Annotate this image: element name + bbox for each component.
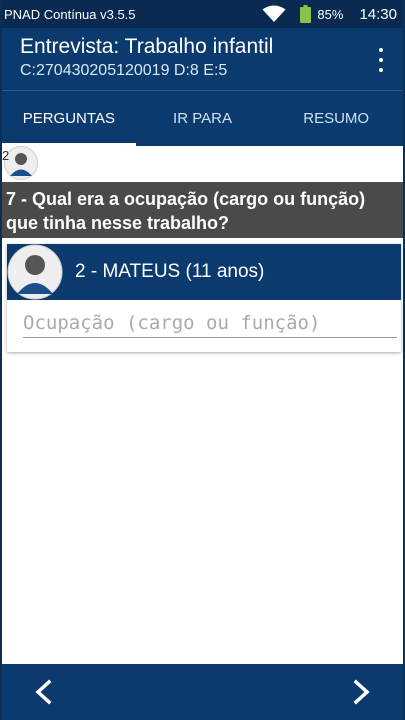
status-bar: PNAD Contínua v3.5.5 85% 14:30 [2, 0, 403, 28]
tab-ir-para[interactable]: IR PARA [136, 91, 270, 146]
tab-resumo[interactable]: RESUMO [269, 91, 403, 146]
person-label: 2 - MATEUS (11 anos) [75, 261, 265, 282]
person-strip: 2 [2, 146, 403, 180]
question-text: 7 - Qual era a ocupação (cargo ou função… [2, 182, 403, 238]
wifi-icon [262, 5, 286, 22]
tab-bar: PERGUNTAS IR PARA RESUMO [2, 90, 403, 146]
person-number: 2 [2, 148, 10, 163]
occupation-input[interactable] [23, 308, 397, 338]
chevron-left-icon[interactable] [30, 678, 58, 706]
bottom-nav [2, 664, 403, 720]
app-bar: Entrevista: Trabalho infantil C:27043020… [2, 28, 403, 90]
tab-perguntas[interactable]: PERGUNTAS [2, 91, 136, 146]
more-vert-icon[interactable] [377, 48, 385, 72]
page-subtitle: C:270430205120019 D:8 E:5 [20, 62, 228, 79]
status-clock: 14:30 [359, 5, 397, 23]
battery-percent: 85% [317, 6, 344, 22]
chevron-right-icon[interactable] [347, 678, 375, 706]
battery-icon [300, 5, 312, 23]
page-title: Entrevista: Trabalho infantil [20, 35, 274, 58]
card-header: 2 - MATEUS (11 anos) [7, 244, 401, 300]
answer-card: 2 - MATEUS (11 anos) [7, 244, 401, 352]
status-app-name: PNAD Contínua v3.5.5 [4, 6, 136, 22]
avatar [7, 244, 63, 300]
app-screen: PNAD Contínua v3.5.5 85% 14:30 Entrevist… [0, 0, 405, 720]
